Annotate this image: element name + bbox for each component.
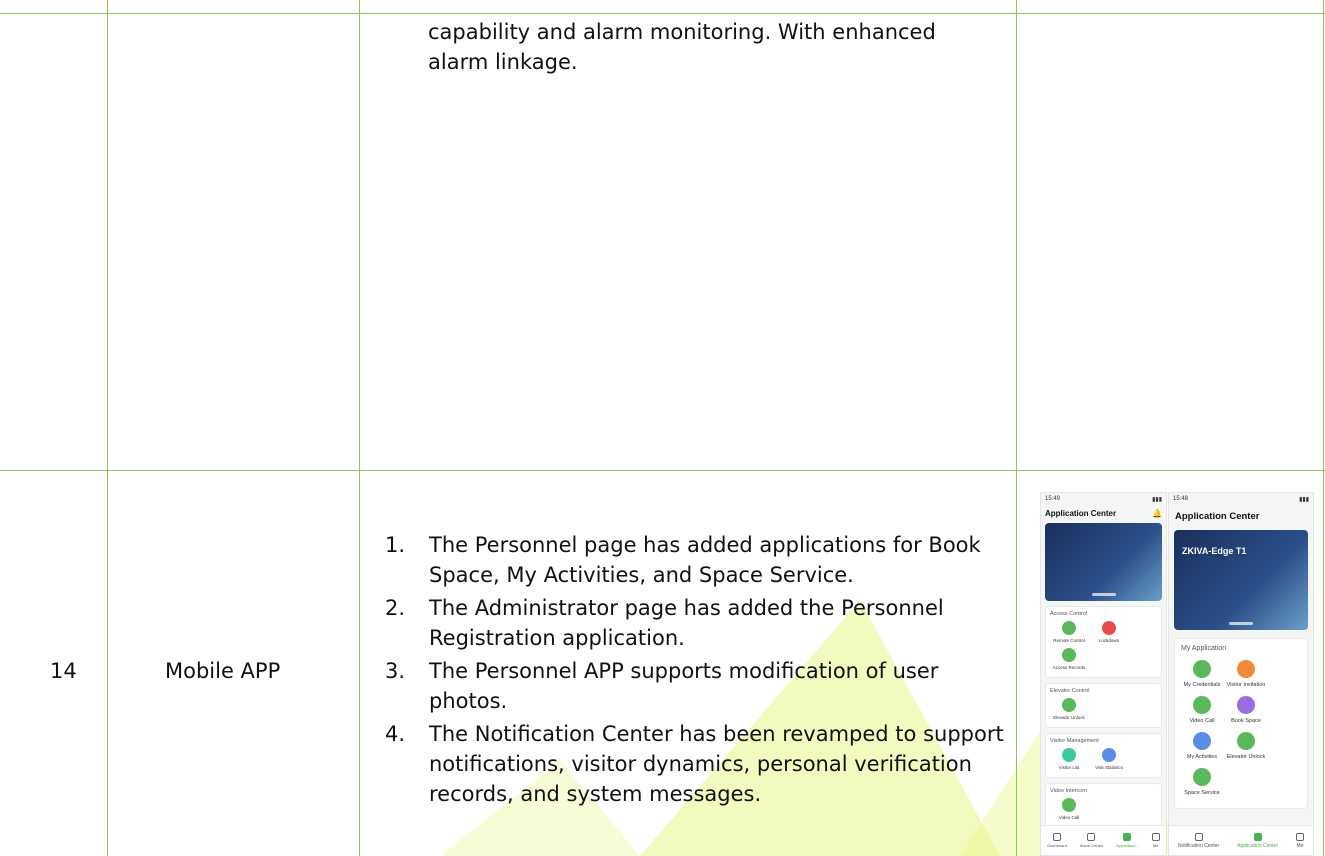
app-section: Access Control Remote Control Lockdown A…: [1045, 606, 1162, 678]
app-video-call: Video Call: [1050, 798, 1088, 820]
tab-me: Me: [1151, 833, 1160, 848]
app-my-credentials: My Credentials: [1181, 660, 1223, 688]
signal-icon: ▮▮▮: [1152, 497, 1162, 503]
list-item: 4. The Notification Center has been revam…: [385, 719, 1010, 809]
section-header: Visitor Management: [1050, 738, 1099, 744]
dashboard-icon: [1053, 833, 1062, 841]
elevator-icon: [1062, 698, 1076, 712]
phone-screenshot-personnel: 15:48 ▮▮▮ Application Center ZKIVA-Edge …: [1168, 492, 1314, 856]
grid-line: [1323, 0, 1324, 856]
app-title: Application Center 🔔: [1041, 507, 1166, 520]
qr-code-icon: [1193, 660, 1211, 678]
list-item: 3. The Personnel APP supports modificatio…: [385, 656, 1010, 716]
item-number: 3.: [385, 659, 406, 683]
elevator-icon: [1237, 732, 1255, 750]
app-lockdown: Lockdown: [1090, 621, 1128, 643]
grid-line: [0, 470, 1325, 471]
video-icon: [1062, 798, 1076, 812]
app-book-space: Book Space: [1225, 696, 1267, 724]
person-icon: [1151, 833, 1160, 841]
section-header: Video Intercom: [1050, 788, 1087, 794]
app-section: Visitor Management Visitor List Visit St…: [1045, 733, 1162, 778]
section-header: Access Control: [1050, 611, 1087, 617]
status-bar: 15:49 ▮▮▮: [1041, 493, 1166, 507]
app-visit-statistics: Visit Statistics: [1090, 748, 1128, 770]
visitor-icon: [1062, 748, 1076, 762]
status-time: 15:48: [1173, 496, 1189, 502]
invitation-icon: [1237, 660, 1255, 678]
list-item: 1. The Personnel page has added applicati…: [385, 530, 1010, 590]
app-elevator-unlock: Elevator Unlock: [1050, 698, 1088, 720]
app-section: My Application My Credentials Visitor In…: [1174, 638, 1308, 809]
app-title: Application Center: [1169, 507, 1313, 526]
promo-banner: ZKIVA-Edge T1: [1174, 530, 1308, 630]
person-icon: [1296, 832, 1304, 841]
tab-application-center: Application Center: [1237, 832, 1278, 849]
section-header: My Application: [1181, 645, 1227, 652]
app-visitor-invitation: Visitor Invitation: [1225, 660, 1267, 688]
video-icon: [1193, 696, 1211, 714]
bell-icon: 🔔: [1152, 509, 1162, 518]
app-remote-control: Remote Control: [1050, 621, 1088, 643]
app-title-text: Application Center: [1045, 509, 1117, 518]
row-number: 14: [50, 659, 77, 683]
bell-icon: [1194, 832, 1203, 841]
grid-line: [1016, 0, 1017, 856]
carousel-dots: [1229, 622, 1253, 625]
carousel-dots: [1091, 593, 1116, 596]
tab-me: Me: [1296, 832, 1304, 849]
feature-description: capability and alarm monitoring. With en…: [428, 20, 936, 74]
status-time: 15:49: [1045, 496, 1061, 502]
activities-icon: [1193, 732, 1211, 750]
app-section: Video Intercom Video Call: [1045, 783, 1162, 828]
status-bar: 15:48 ▮▮▮: [1169, 493, 1313, 507]
space-service-icon: [1193, 768, 1211, 786]
feature-list: 1. The Personnel page has added applicati…: [385, 530, 1010, 812]
alarm-icon: [1087, 833, 1096, 841]
item-number: 2.: [385, 596, 406, 620]
phone-screenshot-admin: 15:49 ▮▮▮ Application Center 🔔 Access Co…: [1040, 492, 1167, 856]
promo-banner: [1045, 523, 1162, 601]
records-icon: [1062, 648, 1076, 662]
grid-line: [359, 0, 360, 856]
tab-bar: Notification Center Application Center M…: [1169, 825, 1313, 855]
app-my-activities: My Activities: [1181, 732, 1223, 760]
section-header: Elevator Control: [1050, 688, 1090, 694]
statistics-icon: [1102, 748, 1116, 762]
module-name: Mobile APP: [165, 659, 281, 683]
tab-application: Application...: [1116, 833, 1139, 848]
app-title-text: Application Center: [1175, 511, 1260, 522]
app-elevator-unlock: Elevator Unlock: [1225, 732, 1267, 760]
lock-icon: [1102, 621, 1116, 635]
app-section: Elevator Control Elevator Unlock: [1045, 683, 1162, 728]
book-space-icon: [1237, 696, 1255, 714]
remote-icon: [1062, 621, 1076, 635]
application-icon: [1253, 832, 1262, 841]
item-text: The Notification Center has been revampe…: [429, 722, 1004, 806]
tab-alarm-center: Alarm Center: [1080, 833, 1103, 848]
app-visitor-list: Visitor List: [1050, 748, 1088, 770]
application-icon: [1123, 833, 1132, 841]
item-text: The Personnel page has added application…: [429, 533, 981, 587]
list-item: 2. The Administrator page has added the P…: [385, 593, 1010, 653]
grid-line: [107, 0, 108, 856]
item-number: 1.: [385, 533, 406, 557]
item-text: The Personnel APP supports modification …: [429, 659, 939, 713]
grid-line: [0, 13, 1325, 14]
item-number: 4.: [385, 722, 406, 746]
item-text: The Administrator page has added the Per…: [429, 596, 944, 650]
banner-brand: ZKIVA-Edge T1: [1182, 546, 1247, 556]
tab-notification-center: Notification Center: [1178, 832, 1219, 849]
tab-dashboard: Dashboard: [1047, 833, 1067, 848]
app-space-service: Space Service: [1181, 768, 1223, 796]
signal-icon: ▮▮▮: [1299, 497, 1309, 503]
tab-bar: Dashboard Alarm Center Application... Me: [1041, 825, 1166, 855]
app-video-call: Video Call: [1181, 696, 1223, 724]
app-access-records: Access Records: [1050, 648, 1088, 670]
